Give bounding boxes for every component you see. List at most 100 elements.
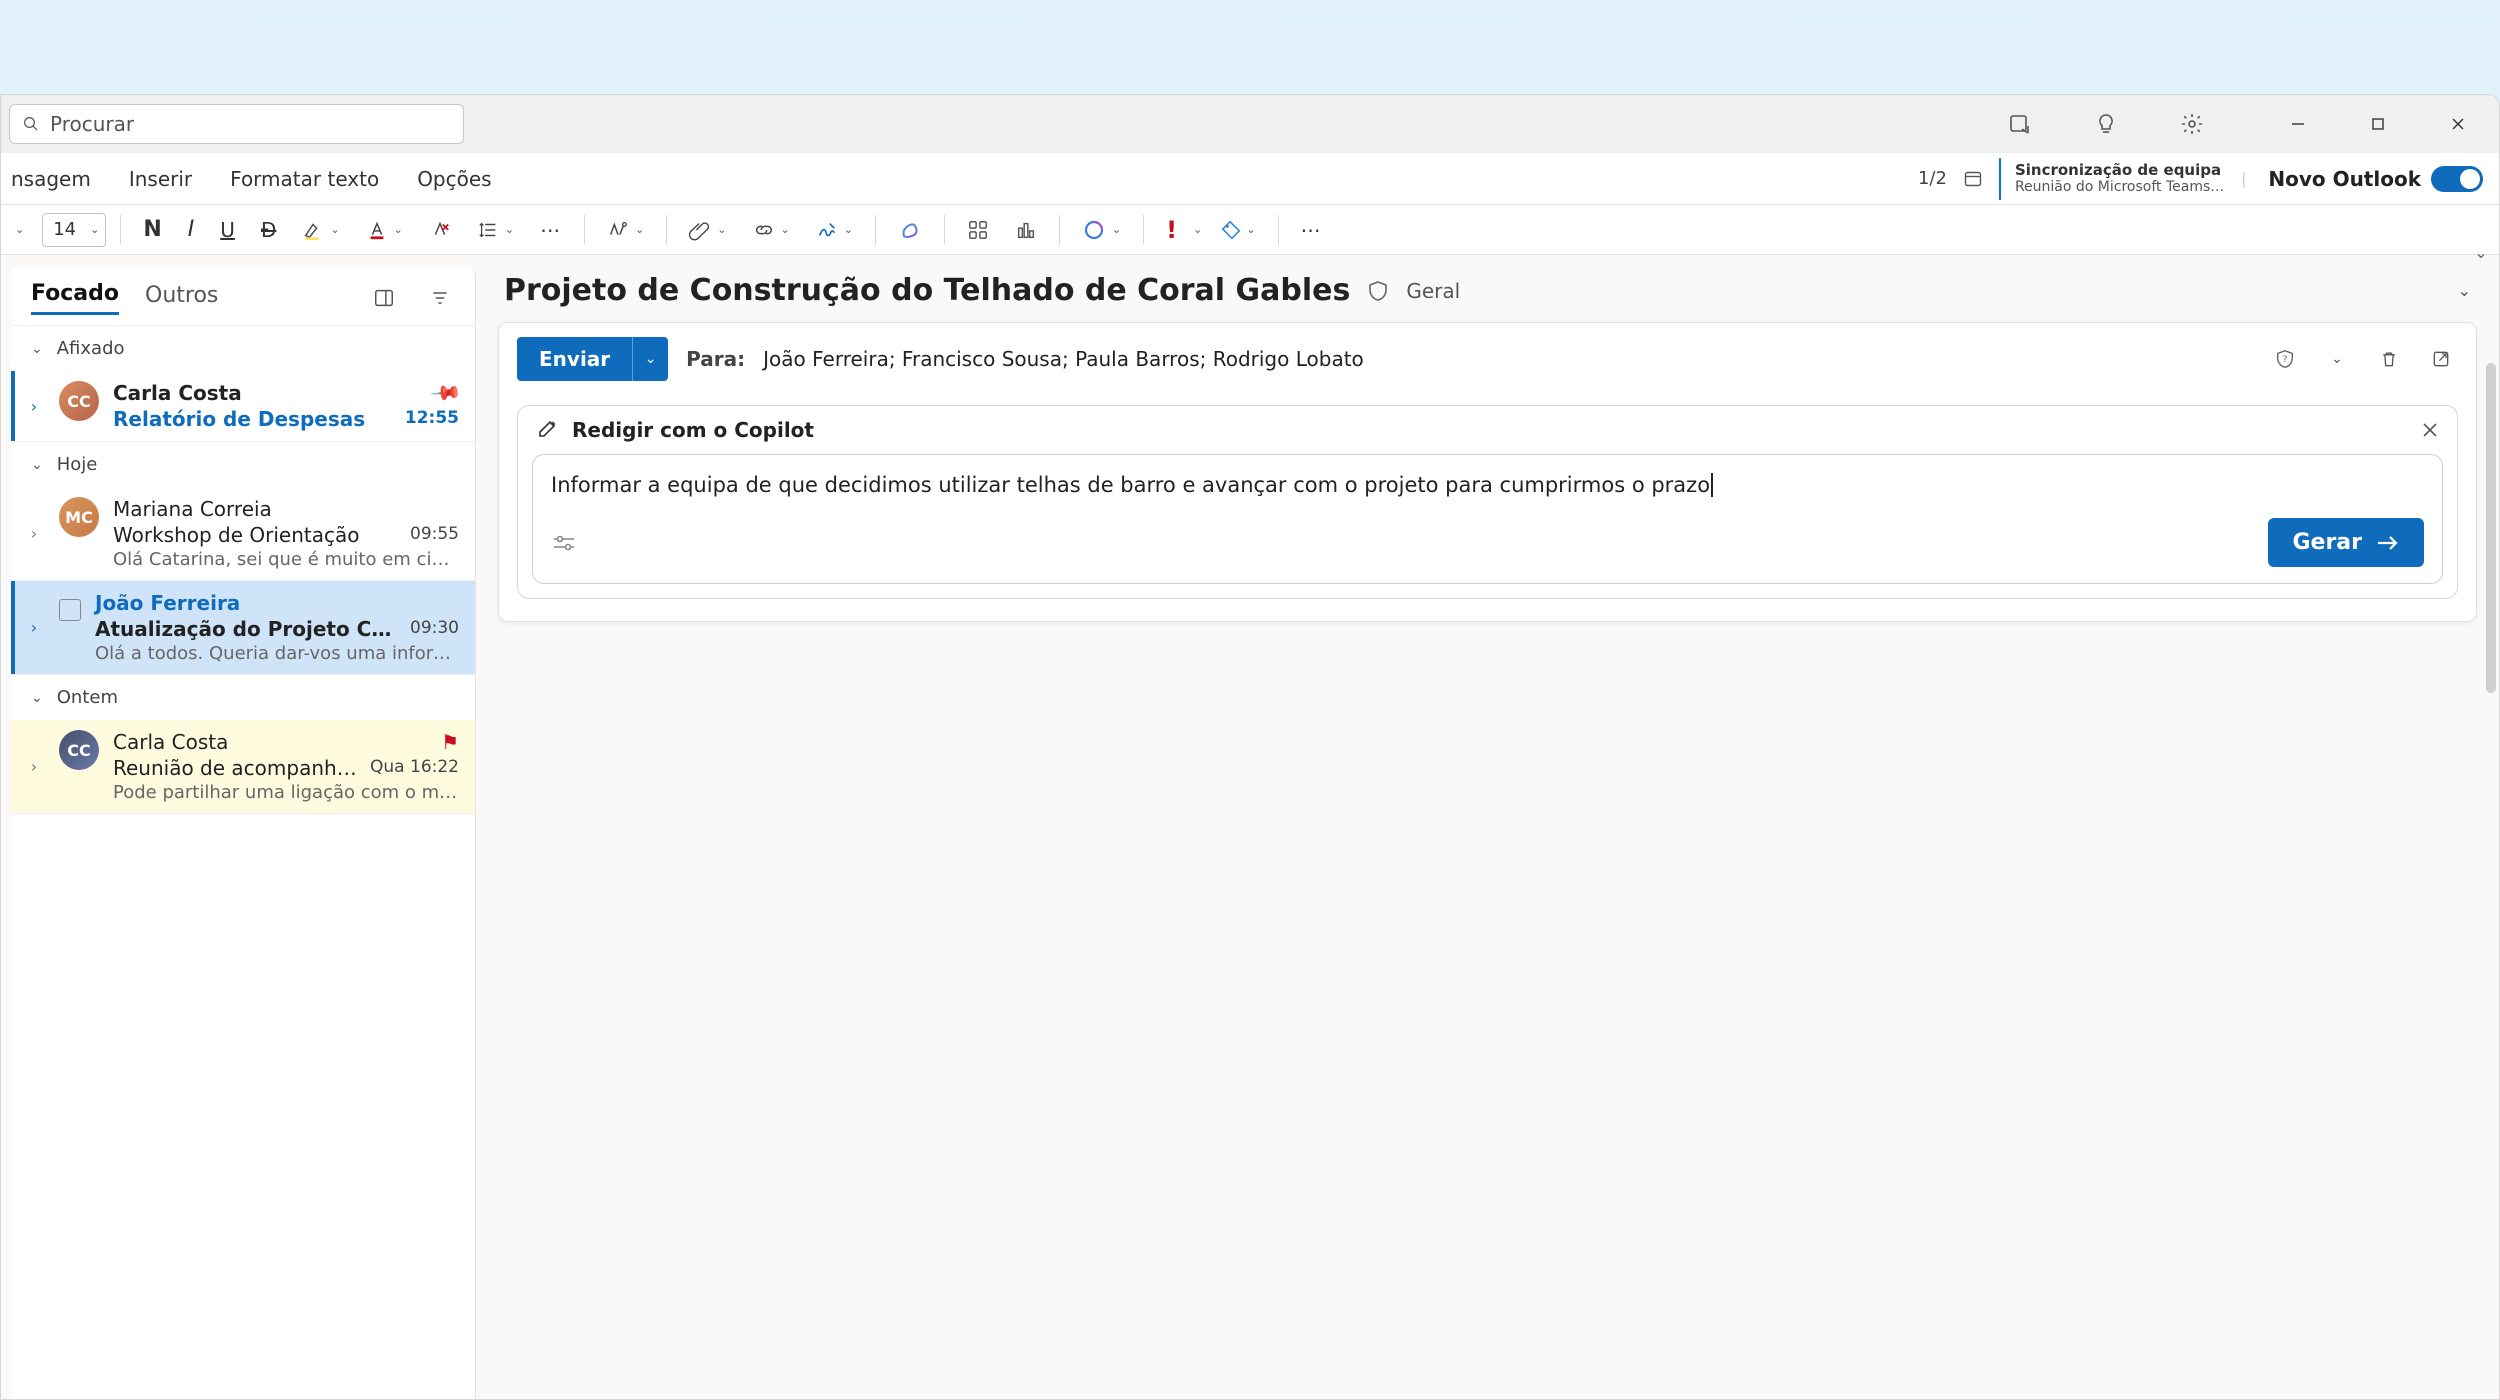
bold-button[interactable]: N — [135, 211, 169, 249]
mail-preview: Olá a todos. Queria dar-vos uma informaç… — [95, 643, 459, 664]
section-pinned-label: Afixado — [57, 338, 125, 359]
reading-pane: Projeto de Construção do Telhado de Cora… — [476, 255, 2499, 1399]
vertical-scrollbar[interactable] — [2486, 363, 2496, 693]
reading-subject: Projeto de Construção do Telhado de Cora… — [504, 273, 1350, 308]
window-close[interactable] — [2435, 101, 2481, 147]
window-maximize[interactable] — [2355, 101, 2401, 147]
copilot-prompt-input[interactable]: Informar a equipa de que decidimos utili… — [532, 454, 2443, 584]
new-outlook-toggle[interactable] — [2431, 166, 2483, 192]
to-recipients[interactable]: João Ferreira; Francisco Sousa; Paula Ba… — [763, 347, 1364, 371]
flag-icon[interactable]: ⚑ — [441, 730, 459, 754]
expand-conversation-icon[interactable]: › — [23, 618, 45, 637]
mail-item[interactable]: › CC Carla Costa ⚑ Reunião de acompanham… — [11, 720, 475, 814]
mail-subject: Atualização do Projeto Coral Gables — [95, 617, 402, 641]
copilot-compose-panel: Redigir com o Copilot Informar a equipa … — [517, 405, 2458, 599]
tab-other[interactable]: Outros — [145, 283, 218, 314]
send-button[interactable]: Enviar — [517, 337, 632, 381]
poll-button[interactable] — [1007, 211, 1045, 249]
spellcheck-icon[interactable]: ? — [2268, 348, 2302, 370]
loop-component-button[interactable]: ⌄ — [1074, 211, 1129, 249]
font-size-value: 14 — [45, 219, 84, 240]
calendar-peek-title: Sincronização de equipa — [2015, 161, 2225, 179]
copilot-close-icon[interactable] — [2421, 421, 2439, 439]
reading-pane-toggle-icon[interactable] — [369, 283, 399, 313]
mail-subject: Relatório de Despesas — [113, 407, 365, 431]
italic-button[interactable]: I — [180, 211, 203, 249]
search-placeholder: Procurar — [50, 112, 134, 136]
insert-link-button[interactable]: ⌄ — [745, 211, 798, 249]
sensitivity-label: Geral — [1406, 279, 1460, 303]
importance-high-button[interactable]: ! — [1158, 211, 1185, 249]
more-formatting-button[interactable]: ⋯ — [532, 211, 570, 249]
day-peek-icon[interactable] — [1997, 101, 2043, 147]
mail-time: 09:30 — [410, 618, 459, 638]
section-header-yesterday[interactable]: ⌄ Ontem — [11, 675, 475, 720]
ribbon-tab-options[interactable]: Opções — [413, 161, 495, 197]
settings-icon[interactable] — [2169, 101, 2215, 147]
arrow-right-icon — [2376, 533, 2400, 553]
font-color-button[interactable]: ⌄ — [358, 211, 411, 249]
mail-subject: Workshop de Orientação — [113, 523, 359, 547]
sensitivity-icon[interactable] — [1366, 279, 1390, 303]
section-header-today[interactable]: ⌄ Hoje — [11, 442, 475, 487]
ribbon-tab-format[interactable]: Formatar texto — [226, 161, 383, 197]
titlebar: Procurar — [1, 95, 2499, 153]
outlook-window: Procurar nsagem Inserir Formatar texto O… — [0, 94, 2500, 1400]
compose-card: Enviar ⌄ Para: João Ferreira; Francisco … — [498, 322, 2477, 622]
window-minimize[interactable] — [2275, 101, 2321, 147]
ribbon-expand-chevron[interactable]: ⌄ — [2469, 240, 2493, 264]
discard-draft-icon[interactable] — [2372, 348, 2406, 370]
calendar-peek[interactable]: Sincronização de equipa Reunião do Micro… — [1999, 158, 2225, 200]
mail-item[interactable]: › MC Mariana Correia Workshop de Orienta… — [11, 487, 475, 581]
copilot-generate-button[interactable]: Gerar — [2268, 518, 2424, 567]
format-toolbar: ⌄ 14 ⌄ N I U Đ ⌄ ⌄ ⌄ ⋯ ⌄ — [1, 205, 2499, 255]
strikethrough-button[interactable]: Đ — [253, 211, 285, 249]
calendar-mini-icon[interactable] — [1963, 169, 1983, 189]
compose-header: Enviar ⌄ Para: João Ferreira; Francisco … — [499, 323, 2476, 395]
apps-button[interactable] — [959, 211, 997, 249]
section-today-label: Hoje — [57, 454, 98, 475]
subject-row: Projeto de Construção do Telhado de Cora… — [498, 269, 2477, 322]
search-icon — [22, 115, 40, 133]
tags-button[interactable]: ⌄ — [1212, 211, 1263, 249]
mail-item[interactable]: › CC Carla Costa 📌 Relatório de Despesas… — [11, 371, 475, 442]
paragraph-spacing-button[interactable]: ⌄ — [469, 211, 522, 249]
highlight-color-button[interactable]: ⌄ — [294, 211, 347, 249]
collapse-header-chevron[interactable]: ⌄ — [2458, 281, 2471, 300]
select-checkbox[interactable] — [59, 599, 81, 621]
popout-icon[interactable] — [2424, 349, 2458, 369]
tab-focused[interactable]: Focado — [31, 281, 119, 315]
ribbon-tab-message[interactable]: nsagem — [7, 161, 95, 197]
section-header-pinned[interactable]: ⌄ Afixado — [11, 326, 475, 371]
clear-formatting-button[interactable] — [421, 211, 459, 249]
font-family-dropdown[interactable]: ⌄ — [7, 211, 32, 249]
send-options-dropdown[interactable]: ⌄ — [632, 337, 668, 381]
overflow-button[interactable]: ⋯ — [1293, 211, 1331, 249]
header-chevron[interactable]: ⌄ — [2320, 351, 2354, 367]
mail-item[interactable]: › João Ferreira Atualização do Projeto C… — [11, 581, 475, 675]
mail-time: 12:55 — [405, 408, 459, 428]
new-outlook-label: Novo Outlook — [2268, 167, 2421, 191]
copilot-ribbon-button[interactable] — [890, 211, 930, 249]
styles-button[interactable]: ⌄ — [599, 211, 652, 249]
signature-button[interactable]: ⌄ — [808, 211, 861, 249]
content-area: Focado Outros ⌄ Afixado › CC — [1, 255, 2499, 1399]
copilot-sparkle-icon — [536, 418, 560, 442]
underline-button[interactable]: U — [212, 211, 243, 249]
expand-conversation-icon[interactable]: › — [23, 397, 45, 416]
search-input[interactable]: Procurar — [9, 104, 464, 144]
to-label: Para: — [686, 347, 745, 371]
mail-preview: Pode partilhar uma ligação com o market… — [113, 782, 459, 803]
expand-conversation-icon[interactable]: › — [23, 524, 45, 543]
counter-text: 1/2 — [1918, 168, 1947, 189]
attach-file-button[interactable]: ⌄ — [681, 211, 734, 249]
ribbon-tab-insert[interactable]: Inserir — [125, 161, 196, 197]
tips-icon[interactable] — [2083, 101, 2129, 147]
expand-conversation-icon[interactable]: › — [23, 757, 45, 776]
mail-preview: Olá Catarina, sei que é muito em cima d… — [113, 549, 459, 570]
titlebar-actions — [1997, 101, 2491, 147]
copilot-options-icon[interactable] — [551, 532, 577, 554]
filter-icon[interactable] — [425, 283, 455, 313]
font-size-dropdown[interactable]: 14 ⌄ — [42, 213, 106, 247]
avatar: CC — [59, 730, 99, 770]
